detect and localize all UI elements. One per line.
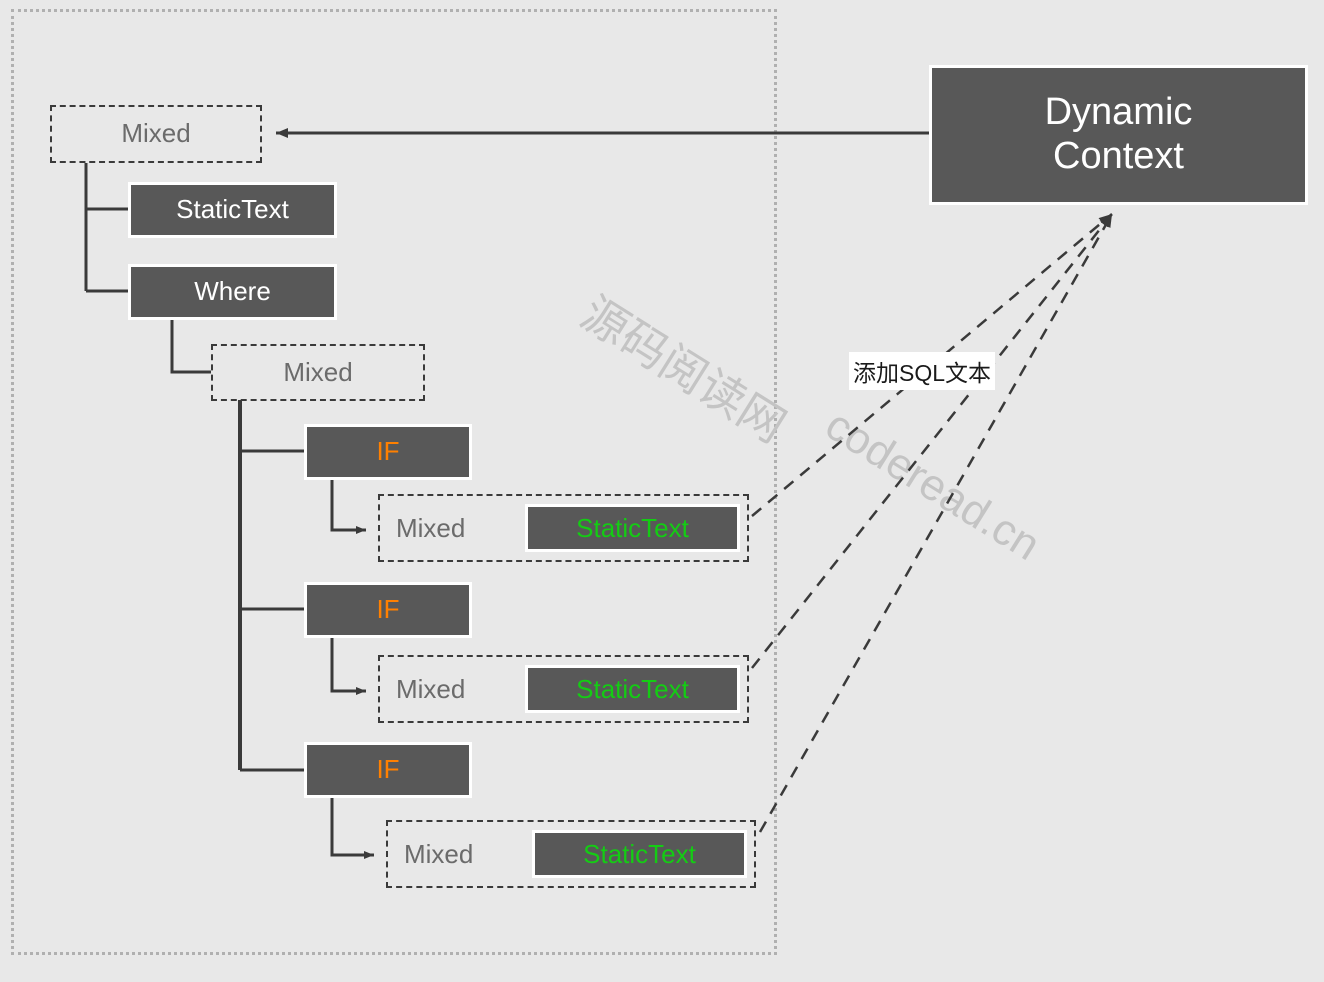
node-static-text-2[interactable]: StaticText [525,665,740,713]
node-static-text-3[interactable]: StaticText [532,830,747,878]
group-mixed-2-label: Mixed [396,673,466,704]
node-static-text-label: StaticText [176,194,289,225]
group-mixed-2[interactable]: Mixed StaticText [378,655,749,723]
node-if-1-label: IF [376,436,400,467]
group-mixed-3-label: Mixed [404,838,474,869]
node-inner-mixed[interactable]: Mixed [211,344,425,401]
group-mixed-1[interactable]: Mixed StaticText [378,494,749,562]
group-mixed-1-label: Mixed [396,512,466,543]
diagram-canvas: 源码阅读网 coderead.cn 添加SQL文本 Dynamic Contex… [0,0,1324,982]
node-root-mixed[interactable]: Mixed [50,105,262,163]
node-static-text-3-label: StaticText [583,838,696,869]
node-if-1[interactable]: IF [304,424,472,480]
node-dynamic-context[interactable]: Dynamic Context [929,65,1308,205]
node-if-3[interactable]: IF [304,742,472,798]
node-static-text-1[interactable]: StaticText [525,504,740,552]
node-static-text[interactable]: StaticText [128,182,337,238]
node-if-3-label: IF [376,754,400,785]
node-where-label: Where [194,276,271,307]
node-dynamic-context-label: Dynamic Context [1044,91,1193,177]
group-mixed-3[interactable]: Mixed StaticText [386,820,756,888]
node-where[interactable]: Where [128,264,337,320]
edge-group3-to-dynamic-context [758,213,1114,833]
node-static-text-2-label: StaticText [576,673,689,704]
node-inner-mixed-label: Mixed [283,356,353,387]
annotation-add-sql-text: 添加SQL文本 [849,352,996,390]
node-if-2-label: IF [376,594,400,625]
node-static-text-1-label: StaticText [576,512,689,543]
node-root-mixed-label: Mixed [121,118,191,149]
edge-group2-to-dynamic-context [751,213,1113,669]
node-if-2[interactable]: IF [304,582,472,638]
watermark-site-text: coderead.cn [817,400,1049,570]
